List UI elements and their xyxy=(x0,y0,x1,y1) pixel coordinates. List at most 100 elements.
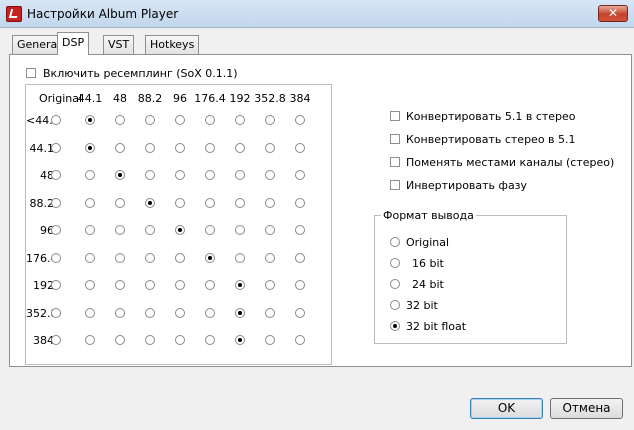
matrix-radio[interactable] xyxy=(115,197,125,208)
matrix-radio[interactable] xyxy=(85,280,95,290)
matrix-radio[interactable] xyxy=(85,197,95,208)
matrix-radio[interactable] xyxy=(235,307,245,318)
invert-phase-checkbox[interactable] xyxy=(390,180,400,190)
matrix-radio[interactable] xyxy=(235,280,245,290)
matrix-radio[interactable] xyxy=(295,197,305,208)
matrix-radio[interactable] xyxy=(235,170,245,180)
invert-phase-label: Инвертировать фазу xyxy=(406,179,528,192)
matrix-radio[interactable] xyxy=(85,170,95,180)
matrix-radio[interactable] xyxy=(295,170,305,180)
matrix-radio[interactable] xyxy=(265,307,275,318)
matrix-radio[interactable] xyxy=(145,197,155,208)
matrix-radio[interactable] xyxy=(51,197,61,208)
output-format-radio[interactable] xyxy=(390,321,400,331)
matrix-radio[interactable] xyxy=(175,115,185,125)
matrix-radio[interactable] xyxy=(265,115,275,125)
convert-stereo-to-51-checkbox[interactable] xyxy=(390,134,400,144)
matrix-radio[interactable] xyxy=(51,142,61,153)
matrix-radio[interactable] xyxy=(205,335,215,345)
matrix-radio[interactable] xyxy=(295,280,305,290)
tab-vst[interactable]: VST xyxy=(103,35,135,54)
close-button[interactable]: ✕ xyxy=(598,5,628,22)
matrix-radio[interactable] xyxy=(51,307,61,318)
matrix-radio[interactable] xyxy=(265,252,275,263)
matrix-radio[interactable] xyxy=(175,280,185,290)
matrix-radio[interactable] xyxy=(265,142,275,153)
tab-dsp[interactable]: DSP xyxy=(57,32,90,55)
matrix-radio[interactable] xyxy=(295,142,305,153)
matrix-radio[interactable] xyxy=(295,225,305,235)
matrix-radio[interactable] xyxy=(175,252,185,263)
matrix-radio[interactable] xyxy=(51,252,61,263)
matrix-radio[interactable] xyxy=(235,335,245,345)
matrix-radio[interactable] xyxy=(235,225,245,235)
matrix-radio[interactable] xyxy=(295,335,305,345)
matrix-radio[interactable] xyxy=(235,142,245,153)
resample-checkbox[interactable] xyxy=(26,68,36,78)
output-format-radio[interactable] xyxy=(390,300,400,310)
matrix-radio[interactable] xyxy=(205,280,215,290)
matrix-radio[interactable] xyxy=(295,115,305,125)
matrix-radio[interactable] xyxy=(145,307,155,318)
matrix-radio[interactable] xyxy=(265,335,275,345)
matrix-radio[interactable] xyxy=(51,170,61,180)
matrix-radio[interactable] xyxy=(175,307,185,318)
matrix-radio[interactable] xyxy=(235,197,245,208)
matrix-radio[interactable] xyxy=(115,142,125,153)
matrix-radio[interactable] xyxy=(235,252,245,263)
cancel-button[interactable]: Отмена xyxy=(550,398,623,419)
matrix-radio[interactable] xyxy=(51,280,61,290)
matrix-radio[interactable] xyxy=(51,335,61,345)
matrix-radio[interactable] xyxy=(265,280,275,290)
matrix-radio[interactable] xyxy=(145,115,155,125)
matrix-radio[interactable] xyxy=(85,142,95,153)
matrix-radio[interactable] xyxy=(115,225,125,235)
matrix-radio[interactable] xyxy=(85,335,95,345)
matrix-radio[interactable] xyxy=(145,142,155,153)
matrix-radio[interactable] xyxy=(115,252,125,263)
matrix-radio[interactable] xyxy=(175,225,185,235)
matrix-radio[interactable] xyxy=(175,170,185,180)
matrix-radio[interactable] xyxy=(205,307,215,318)
output-format-radio[interactable] xyxy=(390,279,400,289)
matrix-row-label: 44.1 xyxy=(29,141,55,155)
matrix-radio[interactable] xyxy=(295,252,305,263)
matrix-radio[interactable] xyxy=(115,307,125,318)
matrix-radio[interactable] xyxy=(115,115,125,125)
matrix-radio[interactable] xyxy=(145,252,155,263)
matrix-radio[interactable] xyxy=(115,335,125,345)
matrix-radio[interactable] xyxy=(235,115,245,125)
matrix-radio[interactable] xyxy=(265,197,275,208)
matrix-radio[interactable] xyxy=(205,197,215,208)
matrix-radio[interactable] xyxy=(145,170,155,180)
matrix-radio[interactable] xyxy=(145,280,155,290)
matrix-radio[interactable] xyxy=(205,115,215,125)
matrix-radio[interactable] xyxy=(115,280,125,290)
matrix-radio[interactable] xyxy=(205,225,215,235)
matrix-radio[interactable] xyxy=(205,142,215,153)
matrix-radio[interactable] xyxy=(51,115,61,125)
output-format-label: 32 bit xyxy=(406,299,438,312)
matrix-radio[interactable] xyxy=(85,225,95,235)
matrix-radio[interactable] xyxy=(205,170,215,180)
output-format-radio[interactable] xyxy=(390,258,400,268)
matrix-radio[interactable] xyxy=(205,252,215,263)
matrix-radio[interactable] xyxy=(175,335,185,345)
matrix-radio[interactable] xyxy=(85,115,95,125)
swap-channels-checkbox[interactable] xyxy=(390,157,400,167)
matrix-radio[interactable] xyxy=(295,307,305,318)
matrix-radio[interactable] xyxy=(265,225,275,235)
matrix-radio[interactable] xyxy=(145,335,155,345)
matrix-radio[interactable] xyxy=(51,225,61,235)
matrix-radio[interactable] xyxy=(145,225,155,235)
matrix-radio[interactable] xyxy=(85,307,95,318)
tab-hotkeys[interactable]: Hotkeys xyxy=(145,35,200,54)
matrix-radio[interactable] xyxy=(115,170,125,180)
matrix-radio[interactable] xyxy=(175,142,185,153)
ok-button[interactable]: OK xyxy=(470,398,543,419)
convert-51-to-stereo-checkbox[interactable] xyxy=(390,111,400,121)
matrix-radio[interactable] xyxy=(265,170,275,180)
output-format-radio[interactable] xyxy=(390,237,400,247)
matrix-radio[interactable] xyxy=(85,252,95,263)
matrix-radio[interactable] xyxy=(175,197,185,208)
